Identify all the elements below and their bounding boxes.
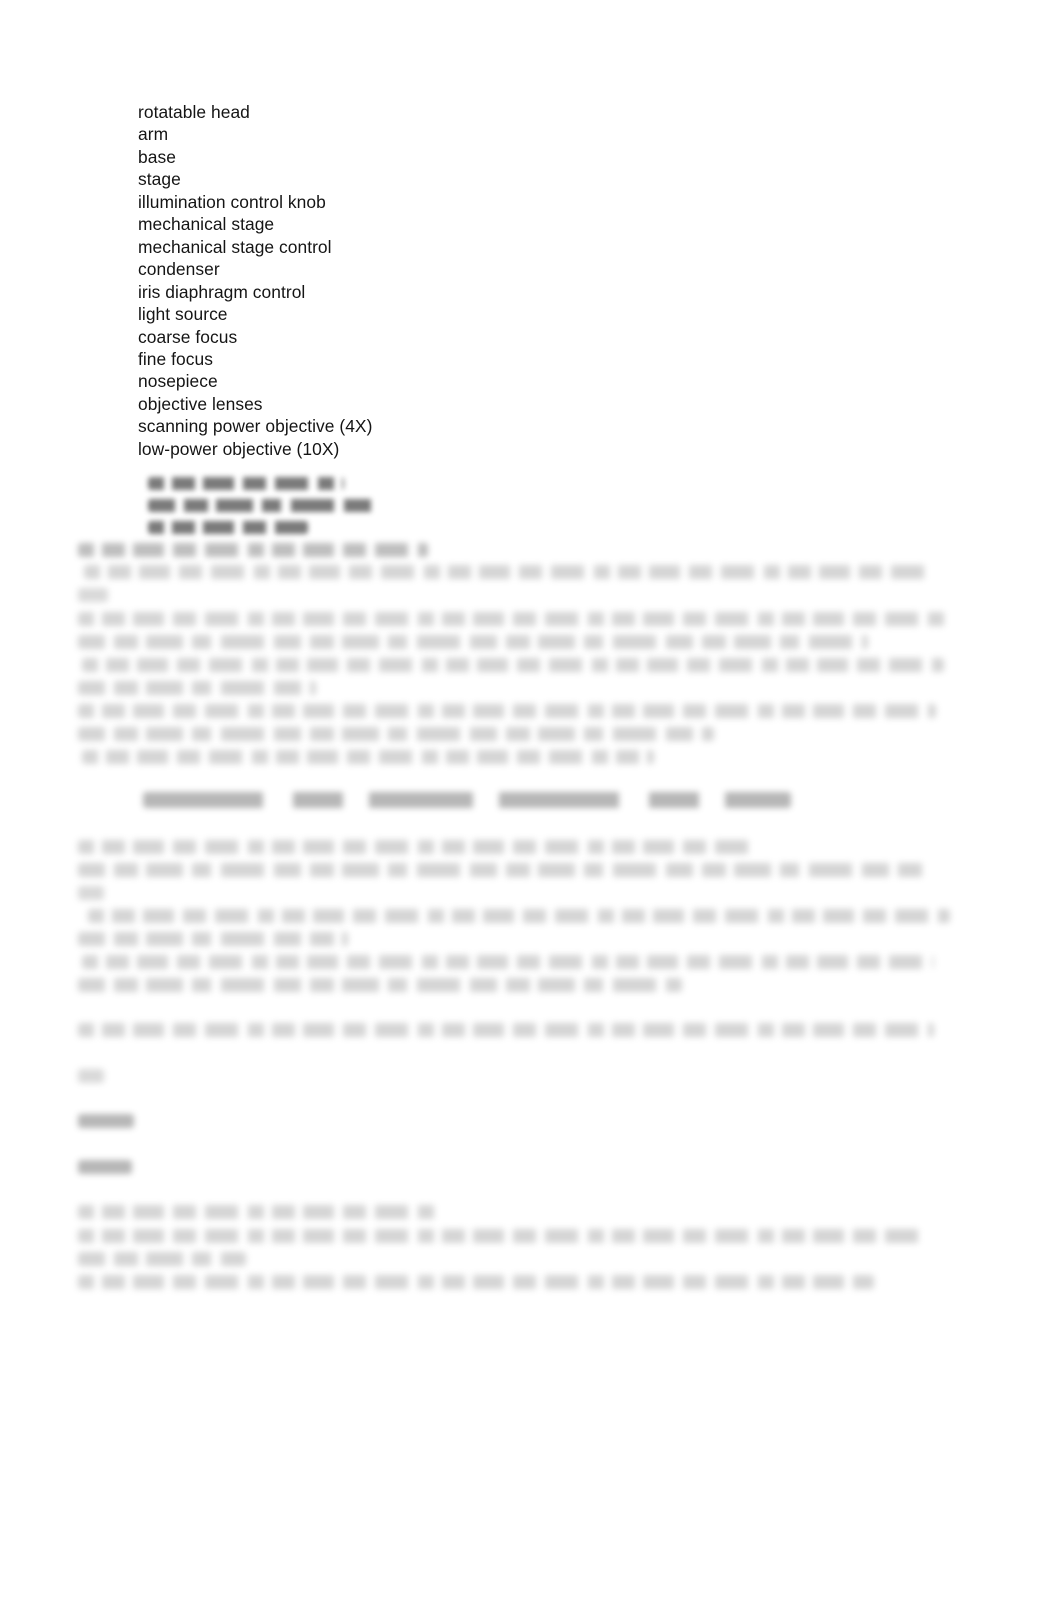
blurred-text-line	[78, 1023, 934, 1037]
blurred-text-line	[82, 658, 944, 672]
blurred-text-line	[78, 932, 348, 946]
blurred-text-line	[78, 612, 946, 626]
list-item: iris diaphragm control	[138, 281, 306, 302]
list-item: rotatable head	[138, 102, 250, 122]
list-item: objective lenses	[138, 393, 263, 414]
list-item: nosepiece	[138, 371, 218, 392]
blurred-text-line	[82, 750, 654, 764]
list-item: arm	[138, 124, 169, 145]
blurred-text-line	[148, 521, 308, 534]
blurred-text-line	[78, 886, 104, 900]
blurred-text-line	[78, 1160, 132, 1174]
list-item: fine focus	[138, 348, 213, 369]
blurred-text-line	[148, 499, 376, 512]
blurred-text-line	[78, 1229, 926, 1243]
list-item: low-power objective (10X)	[138, 438, 340, 459]
blurred-text-line	[78, 1114, 134, 1128]
blurred-text-line	[82, 955, 934, 969]
blurred-text-line	[148, 477, 344, 490]
list-item: mechanical stage	[138, 214, 275, 235]
blurred-text-line	[78, 978, 682, 992]
microscope-parts-list: rotatable head arm base stage illuminati…	[138, 101, 372, 460]
list-item: coarse focus	[138, 326, 238, 347]
blurred-text-line	[78, 681, 316, 695]
blurred-text-line	[143, 792, 791, 808]
blurred-text-line	[78, 543, 428, 557]
blurred-text-line	[78, 588, 108, 602]
blurred-text-line	[78, 1069, 104, 1083]
blurred-text-line	[78, 635, 868, 649]
blurred-text-line	[78, 1252, 246, 1266]
blurred-text-line	[88, 909, 950, 923]
blurred-text-line	[78, 1205, 436, 1219]
list-item: light source	[138, 304, 228, 325]
list-item: mechanical stage control	[138, 236, 332, 257]
blurred-text-line	[78, 727, 714, 741]
blurred-text-line	[78, 840, 754, 854]
blurred-text-line	[78, 704, 936, 718]
blurred-text-line	[78, 863, 924, 877]
blurred-text-line	[78, 1275, 874, 1289]
list-item: stage	[138, 169, 181, 190]
document-page: rotatable head arm base stage illuminati…	[0, 0, 1062, 1599]
list-item: base	[138, 146, 176, 167]
blurred-text-line	[84, 565, 930, 579]
list-item: illumination control knob	[138, 191, 326, 212]
list-item: condenser	[138, 259, 220, 280]
list-item: scanning power objective (4X)	[138, 416, 373, 437]
